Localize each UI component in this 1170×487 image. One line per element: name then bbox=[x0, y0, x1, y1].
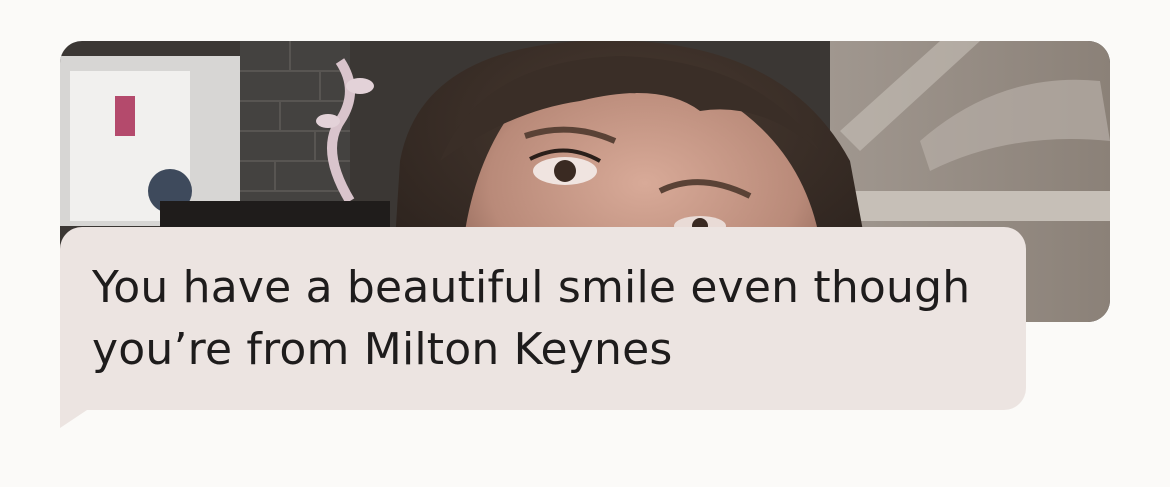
comment-bubble: You have a beautiful smile even though y… bbox=[60, 227, 1026, 410]
comment-text: You have a beautiful smile even though y… bbox=[92, 262, 971, 375]
bubble-tail bbox=[60, 408, 90, 428]
